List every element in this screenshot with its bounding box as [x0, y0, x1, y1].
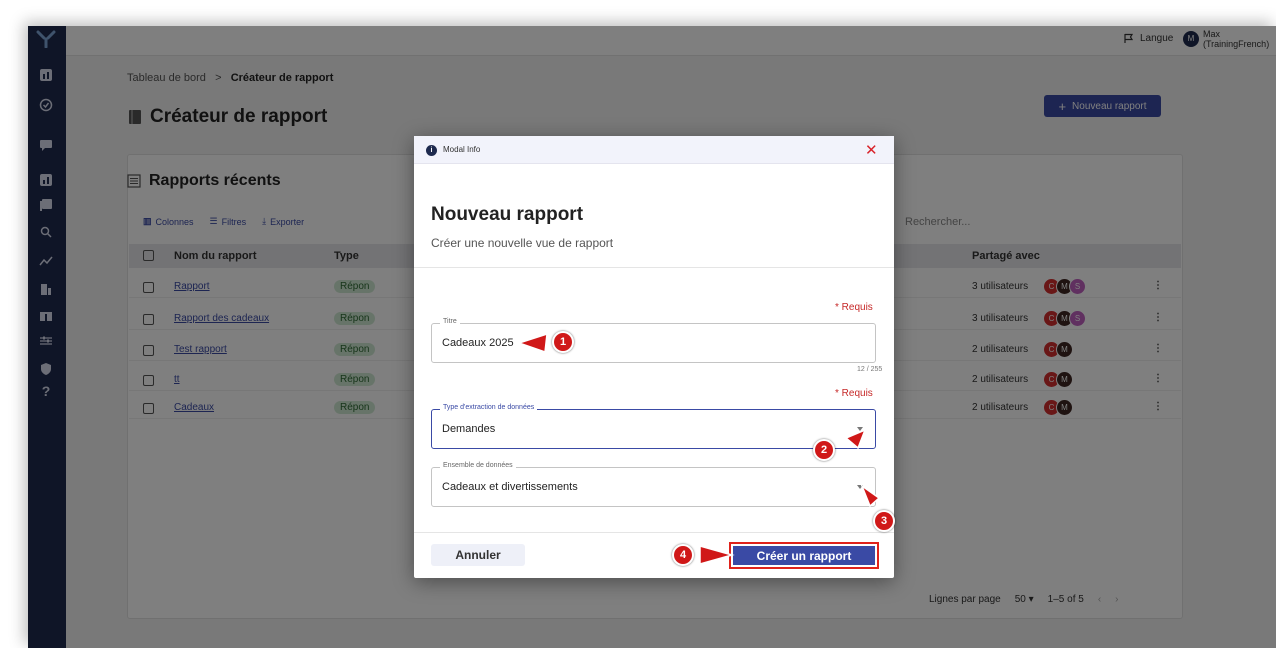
- required-label: * Requis: [835, 388, 873, 399]
- divider: [414, 267, 894, 268]
- info-icon: i: [426, 145, 437, 156]
- extraction-type-label: Type d'extraction de données: [440, 404, 538, 411]
- extraction-type-value: Demandes: [442, 423, 496, 435]
- extraction-type-select[interactable]: Type d'extraction de données Demandes: [431, 404, 876, 449]
- caret-down-icon[interactable]: [857, 485, 863, 489]
- cancel-button[interactable]: Annuler: [431, 544, 525, 566]
- new-report-modal: i Modal Info ✕ Nouveau rapport Créer une…: [414, 136, 894, 578]
- close-icon[interactable]: ✕: [865, 141, 878, 159]
- title-field-value: Cadeaux 2025: [442, 337, 514, 349]
- modal-title: Nouveau rapport: [431, 204, 584, 225]
- annotation-marker-4: 4: [672, 544, 694, 566]
- caret-down-icon[interactable]: [857, 427, 863, 431]
- dataset-label: Ensemble de données: [440, 462, 516, 469]
- modal-header-title: Modal Info: [443, 145, 481, 154]
- modal-subtitle: Créer une nouvelle vue de rapport: [431, 236, 614, 250]
- divider: [414, 532, 894, 533]
- modal-header: i Modal Info ✕: [414, 136, 894, 164]
- annotation-marker-1: 1: [552, 331, 574, 353]
- create-report-button-highlight[interactable]: Créer un rapport: [729, 542, 879, 569]
- title-field[interactable]: Titre Cadeaux 2025: [431, 318, 876, 363]
- annotation-marker-3: 3: [873, 510, 895, 532]
- required-label: * Requis: [835, 302, 873, 313]
- char-counter: 12 / 255: [857, 366, 883, 373]
- dataset-select[interactable]: Ensemble de données Cadeaux et divertiss…: [431, 462, 876, 507]
- title-field-label: Titre: [440, 318, 460, 325]
- app-window: ? Langue M Max (TrainingFrench) Tableau …: [28, 26, 1276, 648]
- dataset-value: Cadeaux et divertissements: [442, 481, 578, 493]
- annotation-marker-2: 2: [813, 439, 835, 461]
- create-report-button[interactable]: Créer un rapport: [733, 546, 875, 565]
